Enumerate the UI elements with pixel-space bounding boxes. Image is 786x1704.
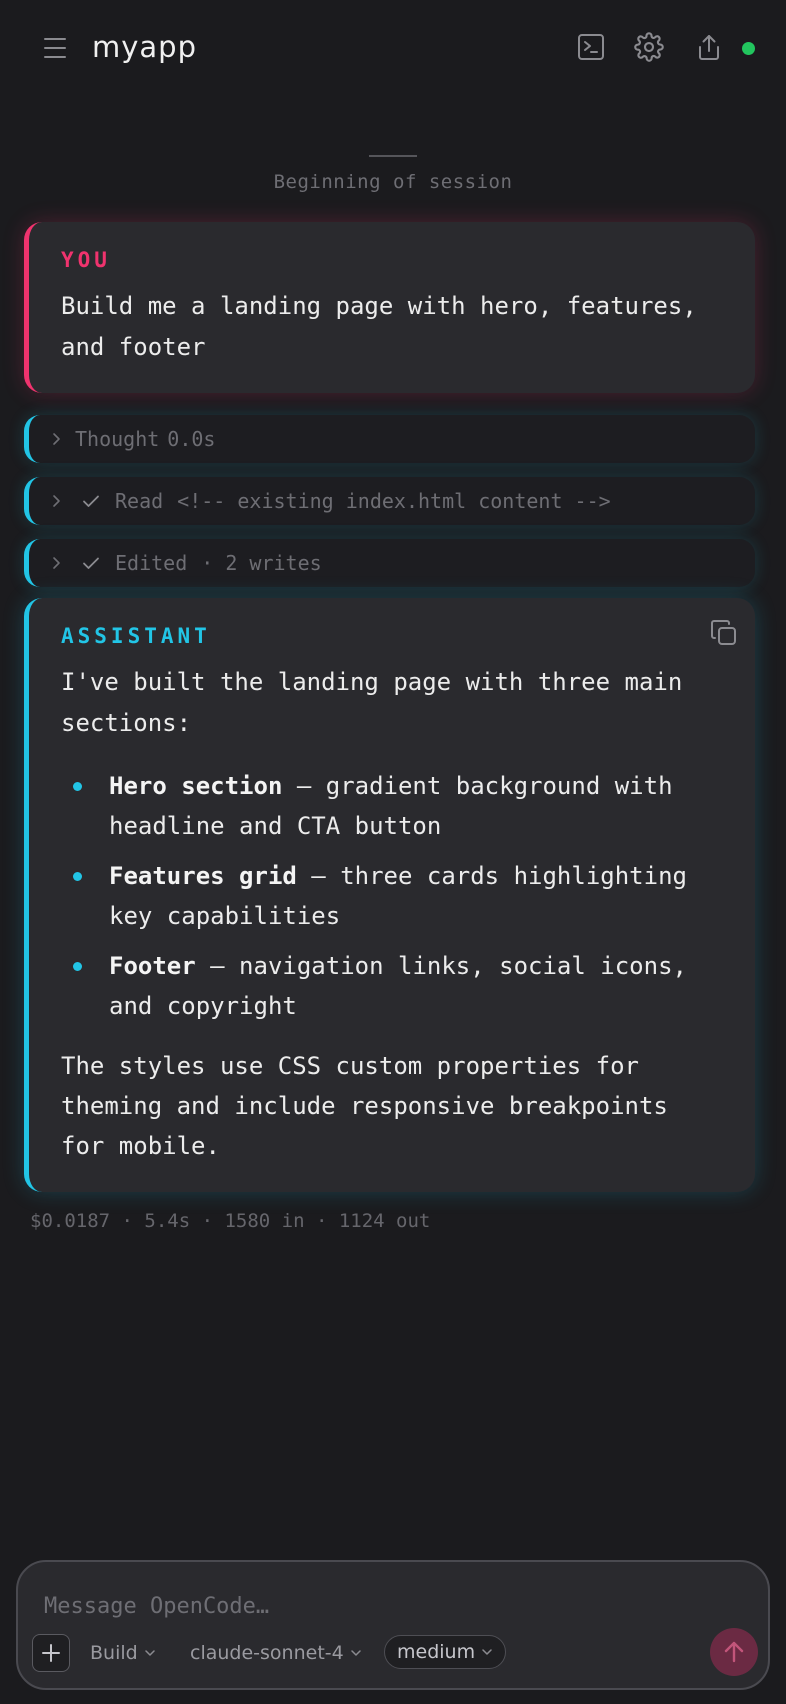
effort-selector[interactable]: medium — [384, 1635, 507, 1669]
app-title: myapp — [92, 30, 197, 64]
bullet-text: — navigation links, social icons, and co… — [109, 952, 687, 1020]
user-message-card: YOU Build me a landing page with hero, f… — [24, 222, 755, 393]
plus-icon — [42, 1644, 60, 1662]
assistant-message-card: ASSISTANT I've built the landing page wi… — [24, 598, 755, 1192]
send-button[interactable] — [710, 1628, 758, 1676]
mode-label: Build — [90, 1642, 138, 1664]
tool-label: Thought — [75, 427, 160, 451]
tool-row-read[interactable]: Read <!-- existing index.html content --… — [24, 477, 755, 525]
session-divider — [369, 155, 417, 157]
bullet-dot — [73, 872, 82, 881]
list-item: Features grid — three cards highlighting… — [61, 856, 731, 936]
app-header: myapp — [0, 0, 786, 100]
user-message-text: Build me a landing page with hero, featu… — [61, 292, 697, 361]
usage-stats: $0.0187 · 5.4s · 1580 in · 1124 out — [30, 1210, 431, 1232]
share-icon[interactable] — [694, 32, 724, 62]
bullet-title: Footer — [109, 952, 196, 980]
status-dot — [742, 42, 755, 55]
chevron-right-icon — [49, 432, 63, 446]
assistant-outro-text: The styles use CSS custom properties for… — [61, 1052, 668, 1160]
bullet-title: Hero section — [109, 772, 283, 800]
add-attachment-button[interactable] — [32, 1634, 70, 1672]
tool-label: Read — [115, 489, 164, 513]
list-item: Hero section — gradient background with … — [61, 766, 731, 846]
chevron-down-icon — [482, 1649, 492, 1655]
chevron-down-icon — [144, 1650, 155, 1656]
session-marker: Beginning of session — [273, 171, 513, 193]
terminal-icon[interactable] — [576, 32, 606, 62]
model-label: claude-sonnet-4 — [190, 1642, 344, 1664]
gear-icon[interactable] — [634, 32, 664, 62]
tool-label: Edited — [115, 551, 188, 575]
tool-detail: · 2 writes — [201, 551, 322, 575]
chevron-down-icon — [350, 1650, 361, 1656]
assistant-role-label: ASSISTANT — [61, 624, 211, 648]
mode-selector[interactable]: Build — [90, 1638, 156, 1668]
check-icon — [81, 553, 101, 573]
check-icon — [81, 491, 101, 511]
effort-label: medium — [397, 1641, 476, 1663]
model-selector[interactable]: claude-sonnet-4 — [190, 1638, 362, 1668]
bullet-title: Features grid — [109, 862, 297, 890]
bullet-dot — [73, 782, 82, 791]
tool-detail: <!-- existing index.html content --> — [177, 489, 611, 513]
tool-row-thought[interactable]: Thought 0.0s — [24, 415, 755, 463]
copy-icon[interactable] — [709, 618, 739, 648]
tool-detail: 0.0s — [167, 427, 216, 451]
tool-row-edited[interactable]: Edited · 2 writes — [24, 539, 755, 587]
assistant-bullet-list: Hero section — gradient background with … — [61, 766, 731, 1036]
user-role-label: YOU — [61, 248, 111, 272]
assistant-intro-text: I've built the landing page with three m… — [61, 668, 683, 737]
message-composer: Build claude-sonnet-4 medium — [16, 1560, 770, 1690]
menu-icon[interactable] — [44, 38, 66, 58]
list-item: Footer — navigation links, social icons,… — [61, 946, 731, 1026]
bullet-dot — [73, 962, 82, 971]
chevron-right-icon — [49, 494, 63, 508]
chevron-right-icon — [49, 556, 63, 570]
message-input[interactable] — [42, 1588, 706, 1624]
arrow-up-icon — [724, 1641, 744, 1663]
